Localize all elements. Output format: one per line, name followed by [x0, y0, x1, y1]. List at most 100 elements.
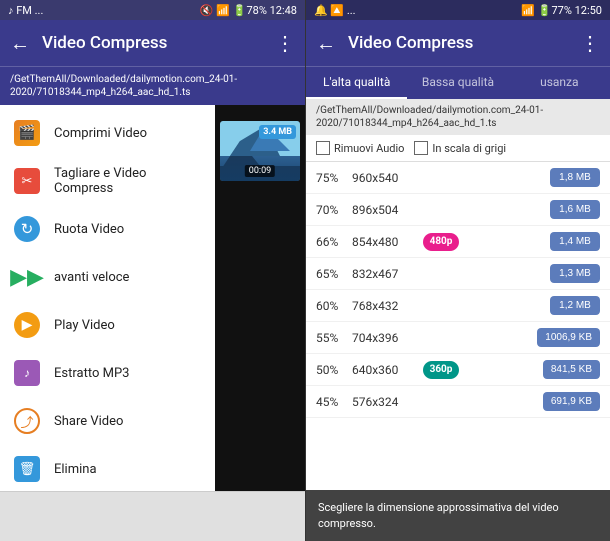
- quality-row[interactable]: 55% 704x396 1006,9 KB: [306, 322, 610, 354]
- share-icon: ⤴: [14, 408, 40, 434]
- play-icon-wrap: ▶: [12, 310, 42, 340]
- quality-percent: 55%: [316, 331, 346, 345]
- menu-item-avanti[interactable]: ▶▶ avanti veloce: [0, 253, 215, 301]
- status-right: 🔇 📶 🔋78% 12:48: [200, 4, 297, 17]
- menu-item-ruota[interactable]: ↻ Ruota Video: [0, 205, 215, 253]
- menu-item-elimina[interactable]: 🗑 Elimina: [0, 445, 215, 491]
- menu-item-tagliare[interactable]: ✂ Tagliare e Video Compress: [0, 157, 215, 205]
- rotate-icon: ↻: [14, 216, 40, 242]
- tagliare-icon: ✂: [14, 168, 40, 194]
- grayscale-label: In scala di grigi: [432, 142, 506, 155]
- quality-percent: 66%: [316, 235, 346, 249]
- tagliare-label: Tagliare e Video Compress: [54, 166, 203, 196]
- elimina-label: Elimina: [54, 462, 97, 477]
- quality-row[interactable]: 50% 640x360 360p 841,5 KB: [306, 354, 610, 386]
- menu-list: 🎬 Comprimi Video ✂ Tagliare e Video Comp…: [0, 105, 215, 491]
- comprimi-label: Comprimi Video: [54, 126, 147, 141]
- quality-size-button[interactable]: 1,3 MB: [550, 264, 600, 283]
- menu-item-share[interactable]: ⤴ Share Video: [0, 397, 215, 445]
- quality-percent: 45%: [316, 395, 346, 409]
- quality-size-button[interactable]: 691,9 KB: [543, 392, 600, 411]
- fast-forward-icon: ▶▶: [14, 264, 40, 290]
- quality-resolution: 768x432: [352, 299, 417, 313]
- avanti-label: avanti veloce: [54, 270, 129, 285]
- quality-resolution: 960x540: [352, 171, 417, 185]
- menu-item-play[interactable]: ▶ Play Video: [0, 301, 215, 349]
- left-top-bar: ← Video Compress ⋮: [0, 20, 305, 66]
- compress-icon: 🎬: [14, 120, 40, 146]
- left-ad-area: [0, 491, 305, 541]
- quality-table: 75% 960x540 1,8 MB 70% 896x504 1,6 MB 66% 854x4…: [306, 162, 610, 490]
- right-panel: 🔔 🔼 ... 📶 🔋77% 12:50 ← Video Compress ⋮ …: [305, 0, 610, 541]
- grayscale-checkbox[interactable]: [414, 141, 428, 155]
- comprimi-icon-wrap: 🎬: [12, 118, 42, 148]
- thumbnail-area: 3.4 MB 00:09: [215, 105, 305, 491]
- quality-percent: 70%: [316, 203, 346, 217]
- play-label: Play Video: [54, 318, 115, 333]
- right-top-bar: ← Video Compress ⋮: [306, 20, 610, 66]
- quality-row[interactable]: 70% 896x504 1,6 MB: [306, 194, 610, 226]
- size-badge: 3.4 MB: [259, 125, 296, 139]
- right-more-button[interactable]: ⋮: [580, 31, 600, 55]
- quality-percent: 50%: [316, 363, 346, 377]
- menu-item-estratto[interactable]: ♪ Estratto MP3: [0, 349, 215, 397]
- quality-row[interactable]: 66% 854x480 480p 1,4 MB: [306, 226, 610, 258]
- options-bar: Rimuovi Audio In scala di grigi: [306, 135, 610, 162]
- share-icon-wrap: ⤴: [12, 406, 42, 436]
- quality-resolution: 704x396: [352, 331, 417, 345]
- left-back-button[interactable]: ←: [10, 31, 30, 56]
- quality-resolution: 640x360: [352, 363, 417, 377]
- quality-size-button[interactable]: 1,2 MB: [550, 296, 600, 315]
- delete-icon: 🗑: [14, 456, 40, 482]
- quality-resolution: 832x467: [352, 267, 417, 281]
- grayscale-option[interactable]: In scala di grigi: [414, 141, 506, 155]
- quality-row[interactable]: 75% 960x540 1,8 MB: [306, 162, 610, 194]
- tabs-bar: L'alta qualità Bassa qualità usanza: [306, 66, 610, 99]
- right-back-button[interactable]: ←: [316, 31, 336, 56]
- quality-resolution: 854x480: [352, 235, 417, 249]
- elimina-icon-wrap: 🗑: [12, 454, 42, 484]
- tab-usanza[interactable]: usanza: [509, 67, 610, 99]
- mp3-icon: ♪: [14, 360, 40, 386]
- status-left: ♪ FM ...: [8, 4, 43, 17]
- quality-percent: 75%: [316, 171, 346, 185]
- remove-audio-label: Rimuovi Audio: [334, 142, 404, 155]
- right-status-right: 📶 🔋77% 12:50: [521, 4, 602, 17]
- time-badge: 00:09: [245, 165, 275, 177]
- quality-percent: 65%: [316, 267, 346, 281]
- tagliare-icon-wrap: ✂: [12, 166, 42, 196]
- ruota-label: Ruota Video: [54, 222, 124, 237]
- ruota-icon-wrap: ↻: [12, 214, 42, 244]
- tab-alta-qualita[interactable]: L'alta qualità: [306, 67, 407, 99]
- quality-row[interactable]: 60% 768x432 1,2 MB: [306, 290, 610, 322]
- menu-thumb-container: 🎬 Comprimi Video ✂ Tagliare e Video Comp…: [0, 105, 305, 491]
- remove-audio-checkbox[interactable]: [316, 141, 330, 155]
- estratto-label: Estratto MP3: [54, 366, 129, 381]
- quality-size-button[interactable]: 841,5 KB: [543, 360, 600, 379]
- avanti-icon-wrap: ▶▶: [12, 262, 42, 292]
- quality-resolution: 896x504: [352, 203, 417, 217]
- left-status-bar: ♪ FM ... 🔇 📶 🔋78% 12:48: [0, 0, 305, 20]
- share-label: Share Video: [54, 414, 123, 429]
- left-panel: ♪ FM ... 🔇 📶 🔋78% 12:48 ← Video Compress…: [0, 0, 305, 541]
- left-more-button[interactable]: ⋮: [275, 31, 295, 55]
- left-path-bar: /GetThemAll/Downloaded/dailymotion.com_2…: [0, 66, 305, 105]
- quality-row[interactable]: 45% 576x324 691,9 KB: [306, 386, 610, 418]
- quality-resolution: 576x324: [352, 395, 417, 409]
- quality-size-button[interactable]: 1,8 MB: [550, 168, 600, 187]
- quality-size-button[interactable]: 1,4 MB: [550, 232, 600, 251]
- right-status-left: 🔔 🔼 ...: [314, 4, 356, 17]
- right-status-bar: 🔔 🔼 ... 📶 🔋77% 12:50: [306, 0, 610, 20]
- quality-badge: 480p: [423, 233, 459, 251]
- quality-size-button[interactable]: 1,6 MB: [550, 200, 600, 219]
- remove-audio-option[interactable]: Rimuovi Audio: [316, 141, 404, 155]
- tooltip-bar: Scegliere la dimensione approssimativa d…: [306, 490, 610, 541]
- quality-badge: 360p: [423, 361, 459, 379]
- quality-row[interactable]: 65% 832x467 1,3 MB: [306, 258, 610, 290]
- tab-bassa-qualita[interactable]: Bassa qualità: [407, 67, 508, 99]
- quality-size-button[interactable]: 1006,9 KB: [537, 328, 600, 347]
- right-path-bar: /GetThemAll/Downloaded/dailymotion.com_2…: [306, 99, 610, 135]
- left-app-title: Video Compress: [42, 33, 265, 53]
- menu-item-comprimi[interactable]: 🎬 Comprimi Video: [0, 109, 215, 157]
- quality-percent: 60%: [316, 299, 346, 313]
